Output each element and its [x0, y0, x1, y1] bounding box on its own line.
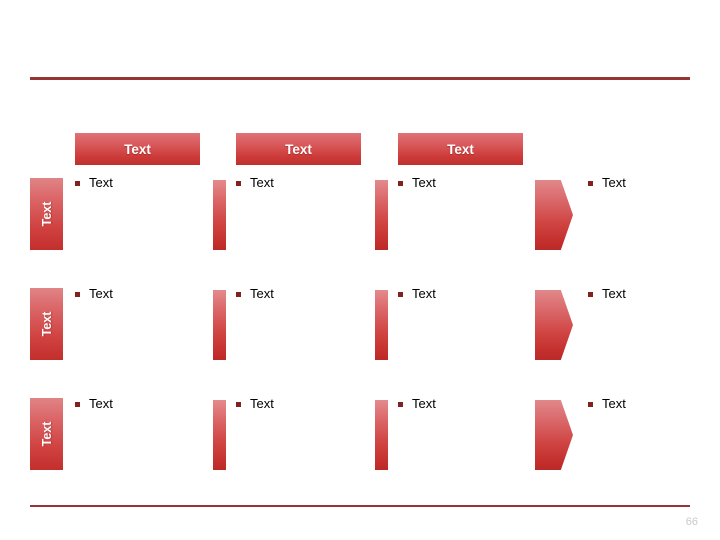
cell-row3-col1[interactable]: Text [75, 397, 113, 411]
cell-row3-col3[interactable]: Text [398, 397, 436, 411]
column-header-1[interactable]: Text [75, 133, 200, 165]
column-header-2-label: Text [285, 141, 312, 157]
chevron-arrow-icon-row1 [535, 180, 573, 250]
bullet-square-icon [75, 292, 80, 297]
column-header-2[interactable]: Text [236, 133, 361, 165]
page-number: 66 [685, 516, 698, 528]
cell-row2-col2[interactable]: Text [236, 287, 274, 301]
bullet-square-icon [75, 181, 80, 186]
cell-row3-col1-label: Text [89, 396, 113, 411]
cell-row2-col3-label: Text [412, 286, 436, 301]
cell-row3-col4-label: Text [602, 396, 626, 411]
column-separator-bar-row1-col2 [375, 180, 388, 250]
slide-canvas: Text Text Text Text Text Text Text Text … [0, 0, 720, 540]
column-separator-bar-row2-col1 [213, 290, 226, 360]
cell-row3-col2-label: Text [250, 396, 274, 411]
bullet-square-icon [236, 402, 241, 407]
bullet-square-icon [236, 181, 241, 186]
bullet-square-icon [588, 402, 593, 407]
cell-row2-col1-label: Text [89, 286, 113, 301]
row-label-1-text: Text [39, 201, 54, 227]
row-label-1[interactable]: Text [30, 178, 63, 250]
column-separator-bar-row2-col2 [375, 290, 388, 360]
row-label-2-text: Text [39, 311, 54, 337]
bullet-square-icon [588, 292, 593, 297]
cell-row1-col2[interactable]: Text [236, 176, 274, 190]
column-header-1-label: Text [124, 141, 151, 157]
cell-row2-col3[interactable]: Text [398, 287, 436, 301]
cell-row2-col2-label: Text [250, 286, 274, 301]
cell-row1-col1-label: Text [89, 175, 113, 190]
cell-row1-col2-label: Text [250, 175, 274, 190]
bullet-square-icon [588, 181, 593, 186]
cell-row2-col1[interactable]: Text [75, 287, 113, 301]
bullet-square-icon [398, 292, 403, 297]
cell-row3-col4[interactable]: Text [588, 397, 626, 411]
bullet-square-icon [236, 292, 241, 297]
cell-row1-col4[interactable]: Text [588, 176, 626, 190]
column-separator-bar-row3-col2 [375, 400, 388, 470]
cell-row2-col4-label: Text [602, 286, 626, 301]
cell-row1-col3-label: Text [412, 175, 436, 190]
bullet-square-icon [75, 402, 80, 407]
bottom-divider-rule [30, 505, 690, 507]
bullet-square-icon [398, 181, 403, 186]
cell-row3-col2[interactable]: Text [236, 397, 274, 411]
chevron-arrow-icon-row2 [535, 290, 573, 360]
column-header-3[interactable]: Text [398, 133, 523, 165]
cell-row3-col3-label: Text [412, 396, 436, 411]
row-label-3[interactable]: Text [30, 398, 63, 470]
cell-row1-col3[interactable]: Text [398, 176, 436, 190]
column-separator-bar-row3-col1 [213, 400, 226, 470]
top-divider-rule [30, 77, 690, 80]
column-separator-bar-row1-col1 [213, 180, 226, 250]
bullet-square-icon [398, 402, 403, 407]
chevron-arrow-icon-row3 [535, 400, 573, 470]
cell-row2-col4[interactable]: Text [588, 287, 626, 301]
cell-row1-col4-label: Text [602, 175, 626, 190]
row-label-2[interactable]: Text [30, 288, 63, 360]
cell-row1-col1[interactable]: Text [75, 176, 113, 190]
row-label-3-text: Text [39, 421, 54, 447]
column-header-3-label: Text [447, 141, 474, 157]
